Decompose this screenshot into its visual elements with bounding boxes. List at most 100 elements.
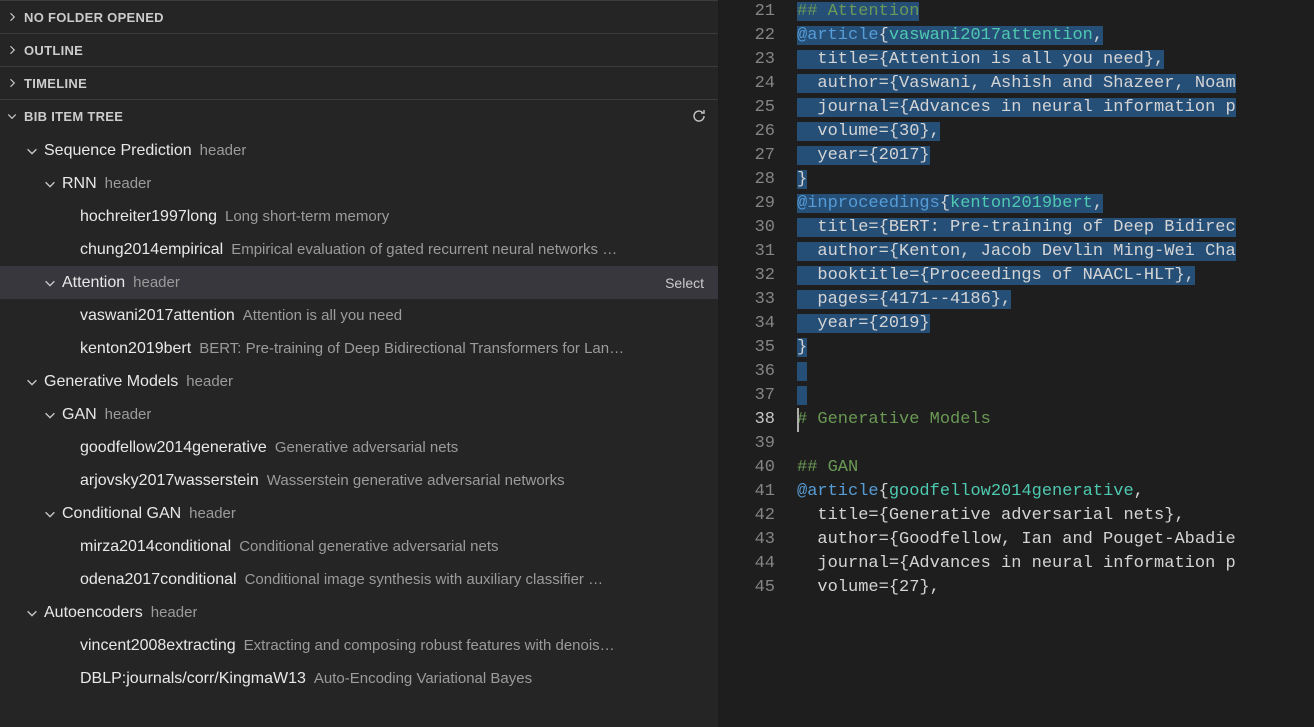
tree-row[interactable]: Conditional GANheader	[0, 497, 718, 530]
code-line[interactable]: ## Attention	[797, 0, 1314, 24]
code-line[interactable]: booktitle={Proceedings of NAACL-HLT},	[797, 264, 1314, 288]
code-line[interactable]: @inproceedings{kenton2019bert,	[797, 192, 1314, 216]
tree-item-key: mirza2014conditional	[80, 538, 231, 556]
code-line[interactable]: pages={4171--4186},	[797, 288, 1314, 312]
code-line[interactable]: author={Vaswani, Ashish and Shazeer, Noa…	[797, 72, 1314, 96]
panel-outline[interactable]: OUTLINE	[0, 33, 718, 66]
code-token: ,	[1093, 26, 1103, 45]
tree-row[interactable]: DBLP:journals/corr/KingmaW13Auto-Encodin…	[0, 662, 718, 695]
code-line[interactable]: author={Goodfellow, Ian and Pouget-Abadi…	[797, 528, 1314, 552]
panel-timeline[interactable]: TIMELINE	[0, 66, 718, 99]
chevron-placeholder	[60, 638, 76, 654]
line-number: 38	[719, 408, 775, 432]
chevron-down-icon[interactable]	[24, 374, 40, 390]
code-line[interactable]	[797, 384, 1314, 408]
tree-row[interactable]: GANheader	[0, 398, 718, 431]
tree-item-key: chung2014empirical	[80, 241, 223, 259]
chevron-down-icon[interactable]	[42, 407, 58, 423]
code-line[interactable]: }	[797, 168, 1314, 192]
tree-row[interactable]: vaswani2017attentionAttention is all you…	[0, 299, 718, 332]
tree-item-key: DBLP:journals/corr/KingmaW13	[80, 670, 306, 688]
tree-item-description: Conditional generative adversarial nets	[239, 538, 498, 555]
tree-row[interactable]: vincent2008extractingExtracting and comp…	[0, 629, 718, 662]
code-token: title={Attention is all you need},	[797, 50, 1164, 69]
code-line[interactable]: volume={30},	[797, 120, 1314, 144]
code-token: # Generative Models	[797, 410, 991, 429]
code-line[interactable]	[797, 360, 1314, 384]
code-token: {	[940, 194, 950, 213]
tree-row[interactable]: chung2014empiricalEmpirical evaluation o…	[0, 233, 718, 266]
bib-tree: Sequence PredictionheaderRNNheaderhochre…	[0, 132, 718, 727]
line-number: 24	[719, 72, 775, 96]
code-line[interactable]	[797, 432, 1314, 456]
line-number: 35	[719, 336, 775, 360]
code-token: journal={Advances in neural information …	[797, 554, 1236, 573]
code-line[interactable]: volume={27},	[797, 576, 1314, 600]
code-token: }	[797, 338, 807, 357]
code-token: ## GAN	[797, 458, 858, 477]
tree-item-key: hochreiter1997long	[80, 208, 217, 226]
code-line[interactable]: year={2019}	[797, 312, 1314, 336]
chevron-placeholder	[60, 572, 76, 588]
code-line[interactable]: title={BERT: Pre-training of Deep Bidire…	[797, 216, 1314, 240]
chevron-down-icon[interactable]	[42, 176, 58, 192]
tree-item-key: Sequence Prediction	[44, 142, 192, 160]
panel-title: TIMELINE	[24, 76, 87, 91]
code-token: {	[879, 482, 889, 501]
tree-row[interactable]: kenton2019bertBERT: Pre-training of Deep…	[0, 332, 718, 365]
code-line[interactable]: # Generative Models	[797, 408, 1314, 432]
chevron-down-icon[interactable]	[42, 506, 58, 522]
line-number: 21	[719, 0, 775, 24]
code-line[interactable]: ## GAN	[797, 456, 1314, 480]
tree-row[interactable]: Sequence Prediction header	[0, 134, 718, 167]
code-line[interactable]: journal={Advances in neural information …	[797, 96, 1314, 120]
code-token: year={2019}	[797, 314, 930, 333]
line-number: 36	[719, 360, 775, 384]
refresh-icon[interactable]	[688, 105, 710, 127]
tree-item-key: Attention	[62, 274, 125, 292]
tree-item-description: header	[200, 142, 247, 159]
tree-row[interactable]: odena2017conditionalConditional image sy…	[0, 563, 718, 596]
tree-row[interactable]: arjovsky2017wassersteinWasserstein gener…	[0, 464, 718, 497]
code-line[interactable]: year={2017}	[797, 144, 1314, 168]
tree-row[interactable]: goodfellow2014generativeGenerative adver…	[0, 431, 718, 464]
chevron-placeholder	[60, 671, 76, 687]
tree-row[interactable]: Autoencodersheader	[0, 596, 718, 629]
panel-title: NO FOLDER OPENED	[24, 10, 164, 25]
chevron-down-icon	[4, 108, 20, 124]
tree-item-key: arjovsky2017wasserstein	[80, 472, 259, 490]
panel-no-folder[interactable]: NO FOLDER OPENED	[0, 0, 718, 33]
tree-item-description: Long short-term memory	[225, 208, 389, 225]
select-button[interactable]: Select	[659, 273, 710, 293]
chevron-right-icon	[4, 75, 20, 91]
tree-item-key: vincent2008extracting	[80, 637, 236, 655]
code-line[interactable]: journal={Advances in neural information …	[797, 552, 1314, 576]
code-line[interactable]: }	[797, 336, 1314, 360]
editor-code[interactable]: ## Attention @article{vaswani2017attentio…	[797, 0, 1314, 727]
tree-item-description: header	[105, 175, 152, 192]
chevron-down-icon[interactable]	[24, 605, 40, 621]
code-line[interactable]: title={Generative adversarial nets},	[797, 504, 1314, 528]
code-line[interactable]: title={Attention is all you need},	[797, 48, 1314, 72]
chevron-placeholder	[60, 308, 76, 324]
code-token: ## Attention	[797, 2, 919, 21]
code-line[interactable]: author={Kenton, Jacob Devlin Ming-Wei Ch…	[797, 240, 1314, 264]
tree-row[interactable]: hochreiter1997long Long short-term memory	[0, 200, 718, 233]
panel-bib-item-tree[interactable]: BIB ITEM TREE	[0, 99, 718, 132]
tree-row[interactable]: AttentionheaderSelect	[0, 266, 718, 299]
chevron-down-icon[interactable]	[24, 143, 40, 159]
tree-row[interactable]: mirza2014conditional Conditional generati…	[0, 530, 718, 563]
tree-row[interactable]: RNNheader	[0, 167, 718, 200]
editor[interactable]: 2122232425262728293031323334353637383940…	[719, 0, 1314, 727]
tree-row[interactable]: Generative Modelsheader	[0, 365, 718, 398]
panel-title: BIB ITEM TREE	[24, 109, 123, 124]
chevron-placeholder	[60, 341, 76, 357]
code-line[interactable]: @article{goodfellow2014generative,	[797, 480, 1314, 504]
code-token: volume={30},	[797, 122, 940, 141]
chevron-down-icon[interactable]	[42, 275, 58, 291]
line-number: 34	[719, 312, 775, 336]
code-token	[797, 362, 807, 381]
tree-item-description: header	[189, 505, 236, 522]
code-line[interactable]: @article{vaswani2017attention,	[797, 24, 1314, 48]
line-number: 32	[719, 264, 775, 288]
